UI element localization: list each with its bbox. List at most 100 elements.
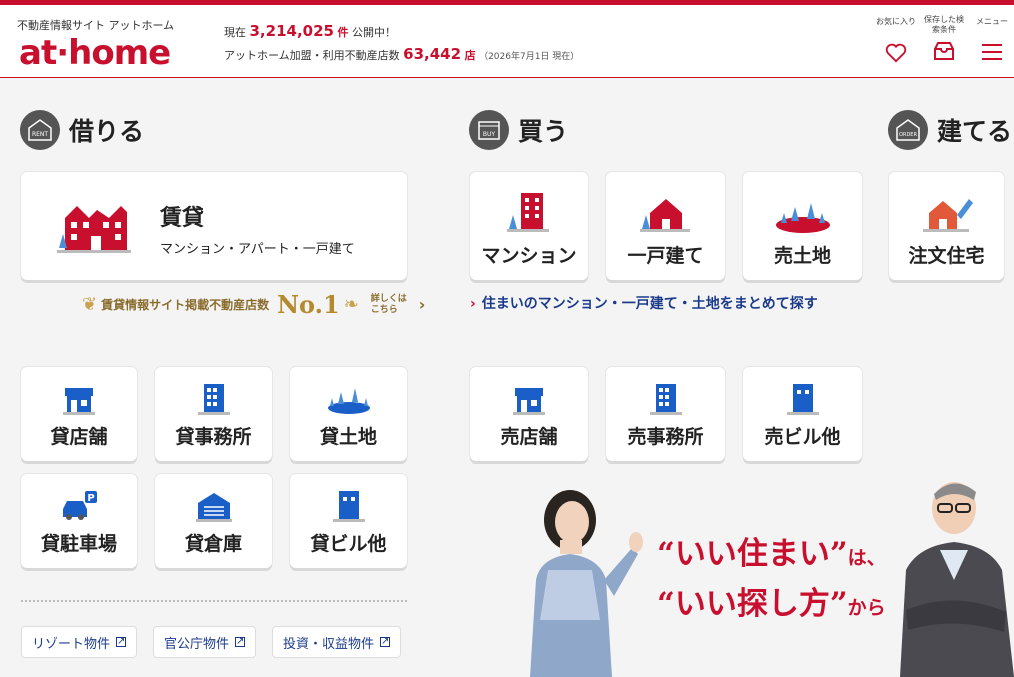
link-investment-label: 投資・収益物件 [283, 636, 375, 652]
rent-card-land[interactable]: 貸土地 [290, 367, 407, 461]
office-building-icon [649, 384, 682, 415]
buy-card-house-label: 一戸建て [627, 245, 704, 267]
store-count-date: （2026年7月1日 現在） [479, 52, 580, 62]
rent-section-title: 借りる [69, 117, 145, 146]
link-government-label: 官公庁物件 [164, 636, 230, 652]
sell-card-store-label: 売店舗 [500, 426, 558, 448]
build-card-custom-home[interactable]: 注文住宅 [889, 172, 1004, 280]
build-badge-text: ORDER [899, 132, 917, 138]
buy-card-mansion-label: マンション [481, 245, 577, 267]
buy-card-land[interactable]: 売土地 [743, 172, 862, 280]
build-section-heading: ORDER 建てる [888, 110, 1012, 150]
inbox-icon [934, 42, 954, 60]
favorites-button[interactable]: お気に入り [873, 17, 919, 63]
no1-banner[interactable]: ❦ 賃貸情報サイト掲載不動産店数 No.1 ❧ 詳しくはこちら › [82, 290, 425, 319]
rent-card-parking[interactable]: P 貸駐車場 [21, 474, 137, 568]
rental-apartment-icon [57, 206, 131, 253]
build-badge-icon: ORDER [888, 110, 928, 150]
rent-card-warehouse-label: 貸倉庫 [184, 533, 242, 555]
warehouse-icon [195, 493, 232, 522]
athome-logo[interactable]: at·home [19, 33, 171, 73]
store-icon [513, 388, 545, 415]
sell-card-office[interactable]: 売事務所 [606, 367, 725, 461]
site-tagline: 不動産情報サイト アットホーム [17, 19, 175, 32]
no1-text: 賃貸情報サイト掲載不動産店数 [101, 298, 270, 312]
link-resort-label: リゾート物件 [32, 636, 111, 652]
link-resort[interactable]: リゾート物件 ↗ [21, 626, 138, 658]
listing-count: 現在 3,214,025 件 公開中！ [224, 22, 396, 40]
rent-card-store-label: 貸店舗 [50, 426, 108, 448]
chevron-right-icon: › [418, 295, 426, 314]
buy-card-land-label: 売土地 [773, 245, 831, 267]
build-section-title: 建てる [937, 117, 1013, 146]
store-count: アットホーム加盟・利用不動産店数 63,442 店 （2026年7月1日 現在） [224, 45, 579, 63]
saved-search-button[interactable]: 保存した検索条件 [921, 15, 967, 61]
menu-button[interactable]: メニュー [969, 17, 1014, 61]
rent-badge-icon: RENT [20, 110, 60, 150]
no1-rank: No.1 [277, 290, 340, 319]
external-link-icon: ↗ [116, 636, 127, 647]
buy-search-all-link[interactable]: › 住まいのマンション・一戸建て・土地をまとめて探す [470, 293, 818, 313]
promo-line1-suffix: は、 [847, 547, 886, 569]
promo-line2-main: “いい探し方” [657, 586, 848, 622]
building-icon [332, 491, 365, 522]
no1-more-link[interactable]: 詳しくはこちら [371, 294, 415, 316]
rent-card-office-label: 貸事務所 [175, 426, 252, 448]
rent-card-store[interactable]: 貸店舗 [21, 367, 137, 461]
office-building-icon [197, 384, 230, 415]
laurel-right-icon: ❧ [343, 294, 359, 315]
saved-search-label: 保存した検索条件 [924, 15, 964, 34]
building-icon [786, 384, 819, 415]
promo-line1-main: “いい住まい” [657, 536, 848, 572]
favorites-label: お気に入り [876, 17, 916, 26]
menu-label: メニュー [976, 17, 1008, 26]
custom-home-icon [922, 199, 973, 232]
rent-main-subtitle: マンション・アパート・一戸建て [160, 242, 355, 257]
listing-public-label: 公開中！ [351, 26, 396, 39]
menu-icon [982, 44, 1002, 60]
rent-card-office[interactable]: 貸事務所 [155, 367, 272, 461]
sell-card-building-label: 売ビル他 [764, 426, 841, 448]
rent-card-parking-label: 貸駐車場 [40, 533, 117, 555]
promo-people-illustration [530, 482, 1014, 677]
land-icon [775, 203, 830, 233]
land-icon [327, 388, 370, 414]
promo-catchcopy-line2: “いい探し方”から [657, 578, 886, 623]
chevron-right-icon: › [470, 296, 476, 312]
rent-main-title: 賃貸 [160, 206, 205, 231]
external-link-icon: ↗ [380, 636, 391, 647]
store-icon [63, 388, 95, 415]
sell-card-building[interactable]: 売ビル他 [743, 367, 862, 461]
heart-icon [885, 43, 907, 63]
rent-badge-text: RENT [32, 131, 48, 138]
store-count-label: アットホーム加盟・利用不動産店数 [224, 49, 400, 62]
sell-card-office-label: 売事務所 [627, 426, 704, 448]
external-link-icon: ↗ [235, 636, 246, 647]
buy-search-all-label: 住まいのマンション・一戸建て・土地をまとめて探す [481, 296, 818, 312]
buy-card-house[interactable]: 一戸建て [606, 172, 725, 280]
rent-main-card[interactable]: 賃貸 マンション・アパート・一戸建て [21, 172, 407, 280]
link-investment[interactable]: 投資・収益物件 ↗ [272, 626, 402, 658]
build-card-custom-home-label: 注文住宅 [908, 245, 985, 267]
store-count-value: 63,442 [403, 45, 462, 63]
promo-banner[interactable] [520, 470, 1014, 677]
rent-card-building[interactable]: 貸ビル他 [290, 474, 407, 568]
promo-line2-suffix: から [847, 597, 886, 619]
rent-section-heading: RENT 借りる [20, 110, 144, 150]
house-icon [639, 199, 690, 232]
rent-card-warehouse[interactable]: 貸倉庫 [155, 474, 272, 568]
rent-card-land-label: 貸土地 [319, 426, 377, 448]
condominium-icon [507, 193, 549, 232]
link-government[interactable]: 官公庁物件 ↗ [153, 626, 257, 658]
laurel-left-icon: ❦ [82, 294, 98, 315]
rent-card-building-label: 貸ビル他 [310, 533, 387, 555]
stats-prefix: 現在 [224, 26, 246, 39]
sell-card-store[interactable]: 売店舗 [470, 367, 588, 461]
promo-catchcopy-line1: “いい住まい”は、 [657, 528, 886, 573]
buy-section-title: 買う [518, 117, 569, 146]
buy-card-mansion[interactable]: マンション [470, 172, 588, 280]
site-header: 不動産情報サイト アットホーム at·home 現在 3,214,025 件 公… [0, 5, 1014, 78]
buy-badge-text: BUY [483, 131, 496, 138]
listing-count-unit: 件 [337, 26, 349, 39]
listing-count-value: 3,214,025 [249, 22, 334, 40]
